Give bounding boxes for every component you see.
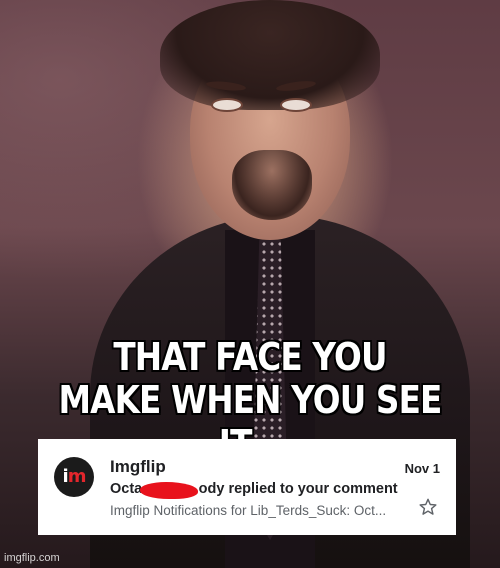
watermark: imgflip.com: [4, 552, 60, 564]
email-sender: Imgflip: [110, 457, 166, 476]
hair: [160, 0, 380, 110]
logo-text: im: [62, 466, 87, 487]
email-snippet: Imgflip Notifications for Lib_Terds_Suck…: [110, 503, 387, 518]
redaction-scribble: [140, 482, 198, 499]
right-eye: [282, 100, 310, 110]
email-date: Nov 1: [404, 461, 440, 476]
star-outline-icon: [419, 498, 437, 515]
caption-line-1: THAT FACE YOU: [113, 335, 387, 379]
meme-image: THAT FACE YOU MAKE WHEN YOU SEE IT... im…: [0, 0, 500, 568]
left-eye: [213, 100, 241, 110]
email-notification-card: im Imgflip Nov 1 Octa ody replied to you…: [38, 439, 456, 535]
beard: [232, 150, 312, 220]
imgflip-logo-icon: im: [54, 457, 94, 497]
